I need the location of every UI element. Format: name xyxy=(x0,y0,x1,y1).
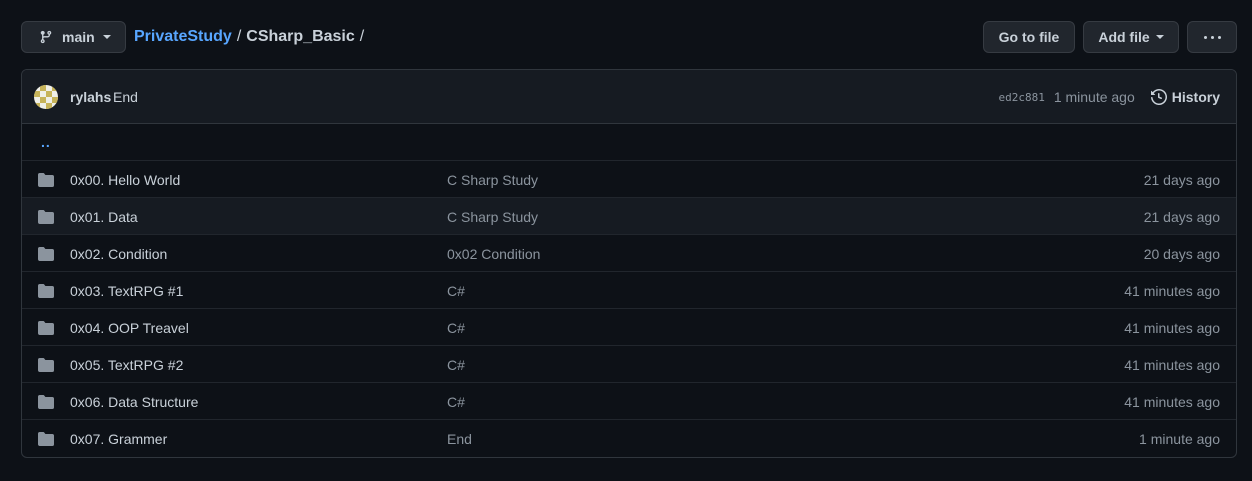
commit-age: 21 days ago xyxy=(1143,172,1220,188)
breadcrumb: PrivateStudy / CSharp_Basic / xyxy=(134,21,369,53)
more-options-button[interactable] xyxy=(1187,21,1237,53)
breadcrumb-current-folder: CSharp_Basic xyxy=(246,28,355,45)
commit-age: 20 days ago xyxy=(1143,246,1220,262)
file-name-link[interactable]: 0x05. TextRPG #2 xyxy=(70,357,183,373)
folder-icon xyxy=(38,173,54,190)
branch-name: main xyxy=(62,29,95,45)
file-row[interactable]: 0x01. Data C Sharp Study 21 days ago xyxy=(22,198,1236,235)
file-browser: rylahs End ed2c881 1 minute ago History … xyxy=(21,69,1237,458)
commit-age: 41 minutes ago xyxy=(1124,283,1220,299)
file-name-link[interactable]: 0x02. Condition xyxy=(70,246,167,262)
history-button[interactable]: History xyxy=(1150,89,1220,105)
commit-message-link[interactable]: 0x02 Condition xyxy=(447,246,540,262)
parent-directory-row: .. xyxy=(22,124,1236,161)
folder-icon xyxy=(38,432,54,449)
folder-icon xyxy=(38,284,54,301)
file-name-link[interactable]: 0x00. Hello World xyxy=(70,172,180,188)
commit-message-link[interactable]: C Sharp Study xyxy=(447,209,538,225)
file-name-link[interactable]: 0x06. Data Structure xyxy=(70,394,198,410)
file-row[interactable]: 0x00. Hello World C Sharp Study 21 days ag… xyxy=(22,161,1236,198)
commit-message[interactable]: End xyxy=(113,89,138,105)
commit-message-link[interactable]: C# xyxy=(447,394,465,410)
commit-message-link[interactable]: C Sharp Study xyxy=(447,172,538,188)
commit-author[interactable]: rylahs xyxy=(70,89,111,105)
commit-age: 41 minutes ago xyxy=(1124,394,1220,410)
history-clock-icon xyxy=(1150,89,1167,105)
folder-icon xyxy=(38,395,54,412)
commit-age: 41 minutes ago xyxy=(1124,357,1220,373)
commit-age: 21 days ago xyxy=(1143,209,1220,225)
commit-age: 41 minutes ago xyxy=(1124,320,1220,336)
history-label: History xyxy=(1171,89,1220,105)
avatar[interactable] xyxy=(34,85,58,109)
kebab-horizontal-icon xyxy=(1203,35,1221,39)
add-file-button[interactable]: Add file xyxy=(1083,21,1179,53)
commit-sha[interactable]: ed2c881 xyxy=(998,91,1044,104)
file-name-link[interactable]: 0x07. Grammer xyxy=(70,431,167,447)
file-row[interactable]: 0x05. TextRPG #2 C# 41 minutes ago xyxy=(22,346,1236,383)
file-name-link[interactable]: 0x04. OOP Treavel xyxy=(70,320,189,336)
commit-meta: ed2c881 1 minute ago History xyxy=(998,70,1220,124)
branch-selector-button[interactable]: main xyxy=(21,21,126,53)
git-branch-icon xyxy=(40,30,52,44)
file-row[interactable]: 0x04. OOP Treavel C# 41 minutes ago xyxy=(22,309,1236,346)
commit-message-link[interactable]: C# xyxy=(447,283,465,299)
file-actions: Go to file Add file xyxy=(983,21,1237,53)
folder-icon xyxy=(38,210,54,227)
file-row[interactable]: 0x03. TextRPG #1 C# 41 minutes ago xyxy=(22,272,1236,309)
commit-age: 1 minute ago xyxy=(1139,431,1220,447)
latest-commit-bar: rylahs End ed2c881 1 minute ago History xyxy=(22,70,1236,124)
file-row[interactable]: 0x02. Condition 0x02 Condition 20 days ago xyxy=(22,235,1236,272)
file-list: 0x00. Hello World C Sharp Study 21 days ag… xyxy=(22,161,1236,457)
breadcrumb-separator: / xyxy=(236,28,242,45)
parent-directory-link[interactable]: .. xyxy=(41,134,51,150)
add-file-label: Add file xyxy=(1098,29,1150,45)
folder-icon xyxy=(38,358,54,375)
file-name-link[interactable]: 0x01. Data xyxy=(70,209,138,225)
folder-icon xyxy=(38,321,54,338)
commit-message-link[interactable]: C# xyxy=(447,320,465,336)
file-row[interactable]: 0x06. Data Structure C# 41 minutes ago xyxy=(22,383,1236,420)
file-row[interactable]: 0x07. Grammer End 1 minute ago xyxy=(22,420,1236,457)
file-name-link[interactable]: 0x03. TextRPG #1 xyxy=(70,283,183,299)
chevron-down-icon xyxy=(102,35,111,39)
chevron-down-icon xyxy=(1155,35,1164,39)
commit-message-link[interactable]: End xyxy=(447,431,472,447)
breadcrumb-separator: / xyxy=(359,28,365,45)
go-to-file-button[interactable]: Go to file xyxy=(983,21,1075,53)
repo-header: main PrivateStudy / CSharp_Basic / Go to… xyxy=(21,21,1237,53)
commit-message-link[interactable]: C# xyxy=(447,357,465,373)
folder-icon xyxy=(38,247,54,264)
commit-time: 1 minute ago xyxy=(1053,89,1135,105)
breadcrumb-repo-link[interactable]: PrivateStudy xyxy=(134,28,232,46)
